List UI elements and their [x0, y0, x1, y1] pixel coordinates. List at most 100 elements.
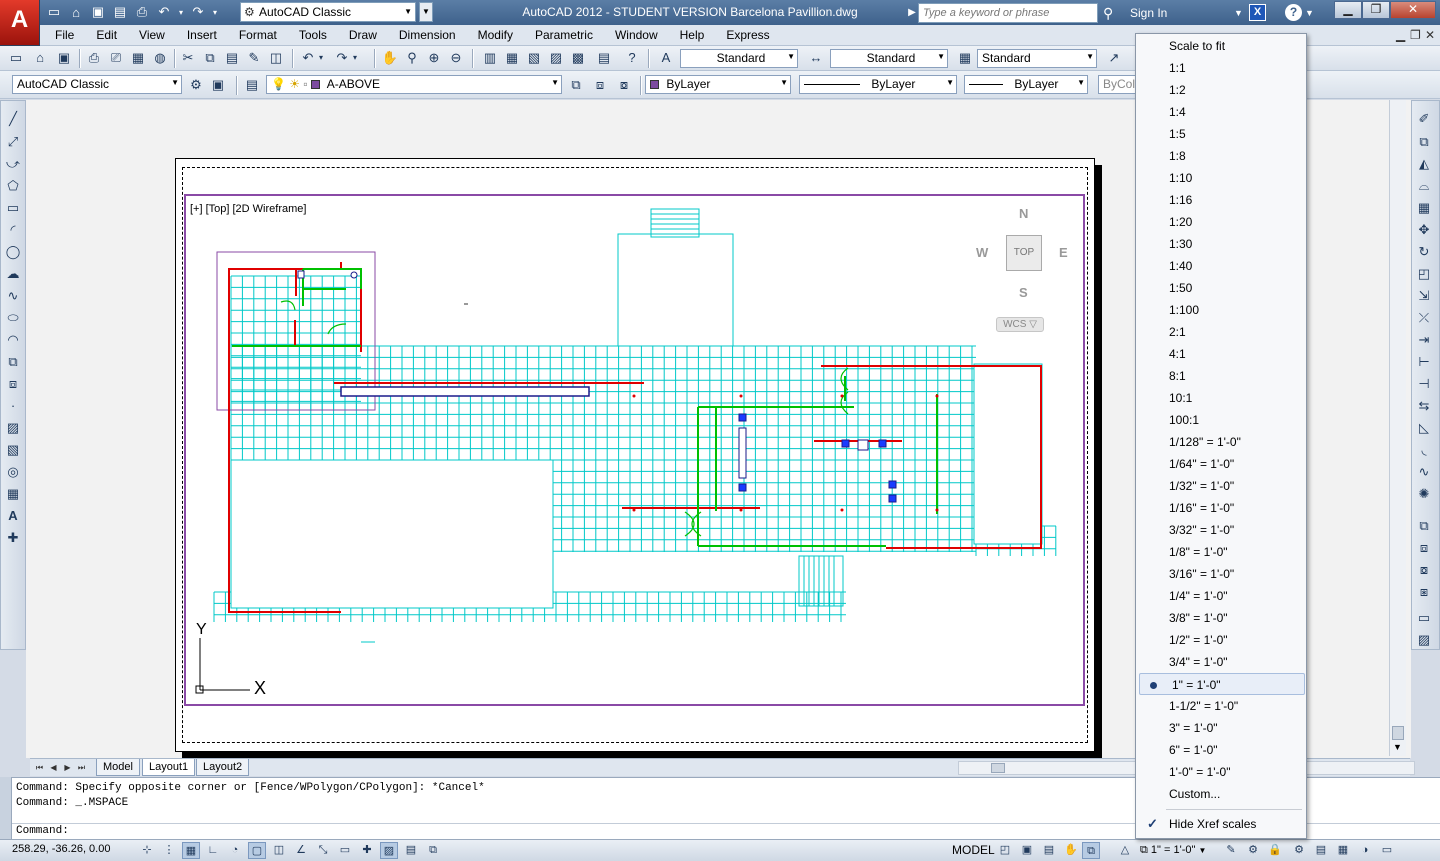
- grid-display-icon[interactable]: ▦: [182, 842, 200, 859]
- menu-express[interactable]: Express: [715, 25, 780, 46]
- scale-menu-item[interactable]: 1:30: [1137, 233, 1305, 255]
- plot-icon[interactable]: ⎙: [84, 48, 104, 68]
- workspace-settings-icon[interactable]: ▣: [208, 75, 228, 95]
- join-icon[interactable]: ⇆: [1414, 396, 1434, 416]
- search-input[interactable]: Type a keyword or phrase: [918, 3, 1098, 23]
- draworder-back-icon[interactable]: ⧈: [1414, 538, 1434, 558]
- coordinates-readout[interactable]: 258.29, -36.26, 0.00: [12, 843, 110, 855]
- scale-menu-item[interactable]: 1'-0" = 1'-0": [1137, 761, 1305, 783]
- undo-dropdown-icon[interactable]: ▾: [316, 48, 326, 68]
- gear-icon[interactable]: ⚙: [1290, 842, 1308, 859]
- ellipse-arc-icon[interactable]: ◠: [3, 330, 23, 350]
- compass-south[interactable]: S: [1019, 285, 1028, 300]
- circle-icon[interactable]: ◯: [3, 242, 23, 262]
- menu-tools[interactable]: Tools: [288, 25, 338, 46]
- chamfer-icon[interactable]: ◺: [1414, 418, 1434, 438]
- pan-icon[interactable]: ✋: [1062, 842, 1080, 859]
- scale-icon[interactable]: ◰: [1414, 264, 1434, 284]
- sheet-set-icon[interactable]: ▨: [546, 48, 566, 68]
- wcs-menu[interactable]: WCS ▽: [996, 317, 1044, 332]
- redo-icon[interactable]: ↷: [332, 48, 352, 68]
- menu-view[interactable]: View: [128, 25, 176, 46]
- hide-xref-scales-toggle[interactable]: ✓ Hide Xref scales: [1137, 813, 1305, 835]
- scale-menu-item[interactable]: 2:1: [1137, 321, 1305, 343]
- menu-modify[interactable]: Modify: [467, 25, 524, 46]
- undo-dropdown-icon[interactable]: ▾: [176, 2, 186, 22]
- ortho-mode-icon[interactable]: ∟: [204, 842, 222, 859]
- ellipse-icon[interactable]: ⬭: [3, 308, 23, 328]
- scale-menu-item[interactable]: 1:4: [1137, 101, 1305, 123]
- hatch-icon[interactable]: ▨: [3, 418, 23, 438]
- model-space-toggle[interactable]: MODEL: [952, 843, 995, 857]
- extend-icon[interactable]: ⇥: [1414, 330, 1434, 350]
- scroll-thumb[interactable]: [1392, 726, 1404, 740]
- help-icon[interactable]: ?: [622, 48, 642, 68]
- quick-properties-icon[interactable]: ▤: [402, 842, 420, 859]
- menu-draw[interactable]: Draw: [338, 25, 388, 46]
- clean-screen-icon[interactable]: ▭: [1378, 842, 1396, 859]
- annotation-auto-scale-icon[interactable]: ✎: [1222, 842, 1240, 859]
- menu-help[interactable]: Help: [669, 25, 716, 46]
- new-icon[interactable]: ▭: [44, 2, 64, 22]
- layer-select[interactable]: 💡 ☀ ▫ A-ABOVE ▼: [266, 75, 562, 94]
- scale-menu-item[interactable]: Scale to fit: [1137, 35, 1305, 57]
- draworder-under-icon[interactable]: ⧆: [1414, 582, 1434, 602]
- stretch-icon[interactable]: ⇲: [1414, 286, 1434, 306]
- command-line-grip[interactable]: [0, 777, 12, 839]
- close-button[interactable]: ✕: [1390, 1, 1436, 19]
- scale-menu-item[interactable]: 1:50: [1137, 277, 1305, 299]
- search-expand-icon[interactable]: ▶: [906, 3, 918, 23]
- mirror-icon[interactable]: ◭: [1414, 154, 1434, 174]
- copy-icon[interactable]: ⧉: [200, 48, 220, 68]
- table-style-icon[interactable]: ▦: [955, 48, 975, 68]
- undo-icon[interactable]: ↶: [298, 48, 318, 68]
- table-style-select[interactable]: Standard ▼: [977, 49, 1097, 68]
- scale-menu-item[interactable]: 1:10: [1137, 167, 1305, 189]
- insert-block-icon[interactable]: ⧉: [3, 352, 23, 372]
- erase-icon[interactable]: ✐: [1414, 109, 1434, 129]
- next-tab-icon[interactable]: ▶: [62, 761, 73, 774]
- scale-menu-item[interactable]: 3/8" = 1'-0": [1137, 607, 1305, 629]
- scale-menu-item[interactable]: 1/128" = 1'-0": [1137, 431, 1305, 453]
- scale-menu-item[interactable]: 100:1: [1137, 409, 1305, 431]
- text-front-icon[interactable]: ▭: [1414, 608, 1434, 628]
- viewcube-top[interactable]: TOP: [1006, 235, 1042, 271]
- revision-cloud-icon[interactable]: ☁: [3, 264, 23, 284]
- properties-icon[interactable]: ▥: [480, 48, 500, 68]
- scale-menu-item[interactable]: 1-1/2" = 1'-0": [1137, 695, 1305, 717]
- menu-window[interactable]: Window: [604, 25, 669, 46]
- plot-preview-icon[interactable]: ⎚: [106, 48, 126, 68]
- layer-state-icon[interactable]: ⧇: [614, 75, 634, 95]
- design-center-icon[interactable]: ▦: [502, 48, 522, 68]
- redo-dropdown-icon[interactable]: ▾: [210, 2, 220, 22]
- draworder-front-icon[interactable]: ⧉: [1414, 516, 1434, 536]
- menu-dimension[interactable]: Dimension: [388, 25, 467, 46]
- spline-icon[interactable]: ∿: [3, 286, 23, 306]
- minimize-button[interactable]: ▁: [1334, 1, 1362, 19]
- scale-menu-item[interactable]: 1/32" = 1'-0": [1137, 475, 1305, 497]
- scale-menu-item[interactable]: 1:40: [1137, 255, 1305, 277]
- scale-menu-item[interactable]: Custom...: [1137, 783, 1305, 805]
- array-icon[interactable]: ▦: [1414, 198, 1434, 218]
- blend-icon[interactable]: ∿: [1414, 462, 1434, 482]
- hatch-back-icon[interactable]: ▨: [1414, 630, 1434, 650]
- doc-close-icon[interactable]: ✕: [1425, 28, 1435, 42]
- polygon-icon[interactable]: ⬠: [3, 176, 23, 196]
- prev-tab-icon[interactable]: ◀: [48, 761, 59, 774]
- layer-properties-icon[interactable]: ▤: [242, 75, 262, 95]
- table-icon[interactable]: ▦: [3, 484, 23, 504]
- viewport-scale-icon[interactable]: ⧉: [1082, 842, 1100, 859]
- draworder-above-icon[interactable]: ⧇: [1414, 560, 1434, 580]
- scale-menu-item[interactable]: 1:1: [1137, 57, 1305, 79]
- zoom-window-icon[interactable]: ⊕: [424, 48, 444, 68]
- compass-north[interactable]: N: [1019, 206, 1028, 221]
- quick-view-layouts-icon[interactable]: ▣: [1018, 842, 1036, 859]
- rectangle-icon[interactable]: ▭: [3, 198, 23, 218]
- zoom-realtime-icon[interactable]: ⚲: [402, 48, 422, 68]
- scale-menu-item[interactable]: 1:8: [1137, 145, 1305, 167]
- open-icon[interactable]: ⌂: [30, 48, 50, 68]
- tool-palettes-icon[interactable]: ▧: [524, 48, 544, 68]
- scale-menu-item[interactable]: 1:100: [1137, 299, 1305, 321]
- menu-parametric[interactable]: Parametric: [524, 25, 604, 46]
- dim-style-icon[interactable]: ↔: [806, 48, 826, 68]
